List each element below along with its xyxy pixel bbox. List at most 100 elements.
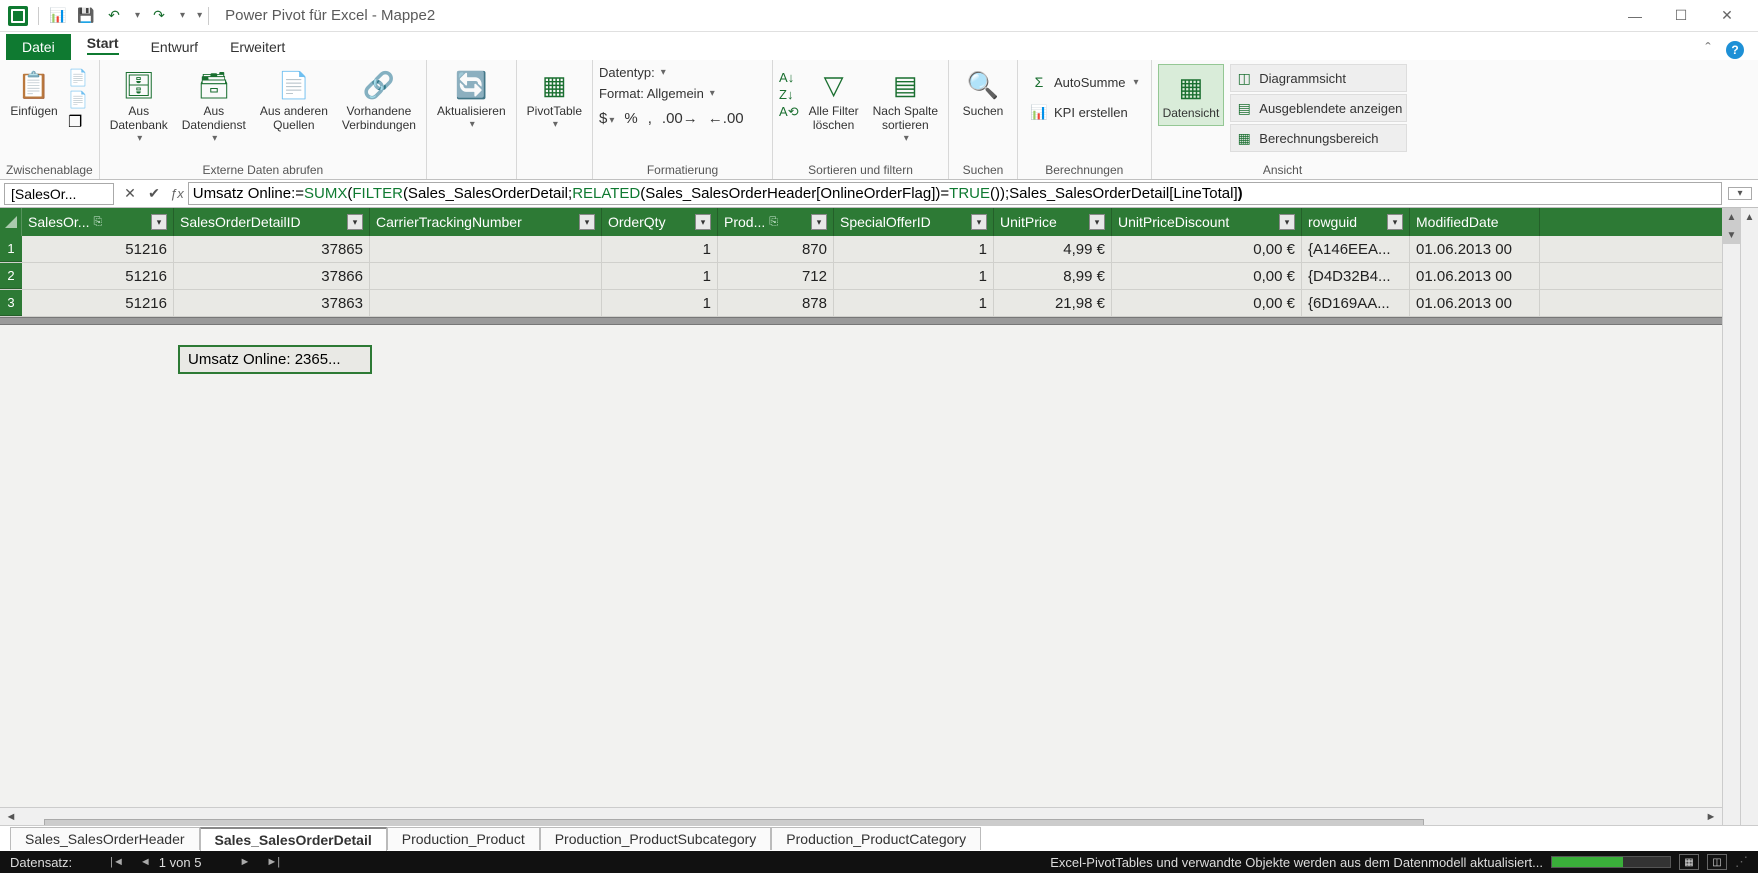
resize-grip-icon[interactable]: ⋰ bbox=[1735, 854, 1748, 870]
measure-cell[interactable]: Umsatz Online: 2365... bbox=[178, 345, 372, 374]
maximize-button[interactable]: ☐ bbox=[1658, 0, 1704, 32]
sort-desc-icon[interactable]: Z↓ bbox=[779, 87, 799, 102]
nav-prev-icon[interactable]: ◄ bbox=[140, 856, 151, 868]
filter-icon[interactable]: ▾ bbox=[1279, 214, 1295, 230]
cell[interactable]: 0,00 € bbox=[1112, 236, 1302, 262]
accept-formula-icon[interactable]: ✔ bbox=[142, 185, 166, 202]
cell[interactable]: {A146EEA... bbox=[1302, 236, 1410, 262]
col-prod[interactable]: Prod...⎘▾ bbox=[718, 208, 834, 236]
filter-icon[interactable]: ▾ bbox=[1089, 214, 1105, 230]
filter-icon[interactable]: ▾ bbox=[347, 214, 363, 230]
data-view-button[interactable]: ▦Datensicht bbox=[1158, 64, 1225, 126]
cell[interactable]: 51216 bbox=[22, 290, 174, 316]
cell[interactable]: 37865 bbox=[174, 236, 370, 262]
cell[interactable]: 1 bbox=[834, 290, 994, 316]
paste-button[interactable]: 📋 Einfügen bbox=[6, 64, 62, 122]
paste-small-icon-1[interactable]: 📄 bbox=[68, 68, 88, 88]
row-number[interactable]: 2 bbox=[0, 263, 22, 289]
cell[interactable]: 1 bbox=[834, 263, 994, 289]
cell[interactable]: 37866 bbox=[174, 263, 370, 289]
row-number[interactable]: 3 bbox=[0, 290, 22, 316]
close-button[interactable]: ✕ bbox=[1704, 0, 1750, 32]
filter-icon[interactable]: ▾ bbox=[695, 214, 711, 230]
from-other-sources-button[interactable]: 📄Aus anderen Quellen bbox=[256, 64, 332, 136]
cell[interactable]: 1 bbox=[602, 236, 718, 262]
vertical-scrollbar-calc[interactable]: ▲ bbox=[1740, 208, 1758, 825]
col-unitpricediscount[interactable]: UnitPriceDiscount▾ bbox=[1112, 208, 1302, 236]
tab-entwurf[interactable]: Entwurf bbox=[135, 34, 214, 60]
diagram-view-button[interactable]: ◫Diagrammsicht bbox=[1230, 64, 1407, 92]
sheet-tab-active[interactable]: Sales_SalesOrderDetail bbox=[200, 827, 387, 851]
collapse-ribbon-icon[interactable]: ˆ bbox=[1698, 40, 1718, 60]
clear-sort-icon[interactable]: A⟲ bbox=[779, 104, 799, 120]
datatype-dropdown[interactable]: Datentyp:▾ bbox=[599, 64, 666, 81]
cell[interactable]: 01.06.2013 00 bbox=[1410, 263, 1540, 289]
undo-dropdown-icon[interactable]: ▾ bbox=[135, 10, 140, 21]
sheet-tab[interactable]: Production_ProductCategory bbox=[771, 827, 981, 850]
comma-icon[interactable]: , bbox=[648, 110, 652, 127]
cell[interactable]: 1 bbox=[602, 290, 718, 316]
qat-undo-icon[interactable]: ↶ bbox=[105, 7, 123, 25]
cell[interactable]: 870 bbox=[718, 236, 834, 262]
tab-erweitert[interactable]: Erweitert bbox=[214, 34, 301, 60]
col-modifieddate[interactable]: ModifiedDate bbox=[1410, 208, 1540, 236]
create-kpi-button[interactable]: 📊KPI erstellen bbox=[1024, 100, 1134, 124]
cell-reference-box[interactable]: [SalesOr... bbox=[4, 183, 114, 205]
sheet-tab[interactable]: Production_ProductSubcategory bbox=[540, 827, 772, 850]
from-database-button[interactable]: 🗄Aus Datenbank▾ bbox=[106, 64, 172, 147]
decrease-decimal-icon[interactable]: ←.00 bbox=[708, 110, 744, 127]
nav-next-icon[interactable]: ► bbox=[239, 856, 250, 868]
refresh-button[interactable]: 🔄Aktualisieren▾ bbox=[433, 64, 510, 133]
fx-icon[interactable]: ƒx bbox=[166, 186, 188, 201]
cell[interactable]: 8,99 € bbox=[994, 263, 1112, 289]
cell[interactable] bbox=[370, 290, 602, 316]
col-carriertracking[interactable]: CarrierTrackingNumber▾ bbox=[370, 208, 602, 236]
scroll-down-icon[interactable]: ▼ bbox=[1723, 226, 1740, 244]
cancel-formula-icon[interactable]: ✕ bbox=[118, 185, 142, 202]
cell[interactable]: 712 bbox=[718, 263, 834, 289]
formula-expand-icon[interactable]: ▾ bbox=[1728, 187, 1752, 200]
col-salesorderdetailid[interactable]: SalesOrderDetailID▾ bbox=[174, 208, 370, 236]
qat-save-icon[interactable]: 💾 bbox=[77, 7, 95, 25]
filter-icon[interactable]: ▾ bbox=[971, 214, 987, 230]
sheet-tab[interactable]: Production_Product bbox=[387, 827, 540, 850]
col-salesorder[interactable]: SalesOr...⎘▾ bbox=[22, 208, 174, 236]
nav-last-icon[interactable]: ►| bbox=[266, 856, 280, 868]
cell[interactable]: 01.06.2013 00 bbox=[1410, 290, 1540, 316]
paste-small-icon-2[interactable]: 📄 bbox=[68, 90, 88, 110]
hscroll-thumb[interactable] bbox=[44, 819, 1424, 826]
scroll-left-icon[interactable]: ◄ bbox=[0, 811, 22, 823]
sheet-tab[interactable]: Sales_SalesOrderHeader bbox=[10, 827, 200, 850]
cell[interactable]: 51216 bbox=[22, 236, 174, 262]
cell[interactable]: 0,00 € bbox=[1112, 290, 1302, 316]
grid-divider[interactable] bbox=[0, 317, 1722, 325]
col-specialofferid[interactable]: SpecialOfferID▾ bbox=[834, 208, 994, 236]
from-dataservice-button[interactable]: 🗃Aus Datendienst▾ bbox=[178, 64, 250, 147]
existing-connections-button[interactable]: 🔗Vorhandene Verbindungen bbox=[338, 64, 420, 136]
search-button[interactable]: 🔍Suchen bbox=[955, 64, 1011, 122]
cell[interactable]: 51216 bbox=[22, 263, 174, 289]
cell[interactable]: 4,99 € bbox=[994, 236, 1112, 262]
tab-file[interactable]: Datei bbox=[6, 34, 71, 60]
filter-icon[interactable]: ▾ bbox=[811, 214, 827, 230]
scroll-up-icon[interactable]: ▲ bbox=[1723, 208, 1740, 226]
percent-icon[interactable]: % bbox=[624, 110, 637, 127]
format-dropdown[interactable]: Format: Allgemein▾ bbox=[599, 85, 715, 102]
currency-icon[interactable]: $▾ bbox=[599, 110, 614, 127]
table-row[interactable]: 25121637866171218,99 €0,00 €{D4D32B4...0… bbox=[0, 263, 1722, 290]
cell[interactable]: {D4D32B4... bbox=[1302, 263, 1410, 289]
view-icon-1[interactable]: ▦ bbox=[1679, 854, 1699, 870]
cell[interactable]: 21,98 € bbox=[994, 290, 1112, 316]
table-row[interactable]: 15121637865187014,99 €0,00 €{A146EEA...0… bbox=[0, 236, 1722, 263]
nav-first-icon[interactable]: |◄ bbox=[110, 856, 124, 868]
qat-redo-icon[interactable]: ↷ bbox=[150, 7, 168, 25]
sort-by-column-button[interactable]: ▤Nach Spalte sortieren▾ bbox=[869, 64, 942, 147]
formula-input[interactable]: Umsatz Online:=SUMX(FILTER(Sales_SalesOr… bbox=[188, 182, 1722, 205]
sort-asc-icon[interactable]: A↓ bbox=[779, 70, 799, 85]
cell[interactable]: 37863 bbox=[174, 290, 370, 316]
cell[interactable]: 1 bbox=[834, 236, 994, 262]
tab-start[interactable]: Start bbox=[71, 30, 135, 60]
cell[interactable]: 0,00 € bbox=[1112, 263, 1302, 289]
pivottable-button[interactable]: ▦PivotTable▾ bbox=[523, 64, 586, 133]
select-all-corner[interactable] bbox=[0, 208, 22, 236]
